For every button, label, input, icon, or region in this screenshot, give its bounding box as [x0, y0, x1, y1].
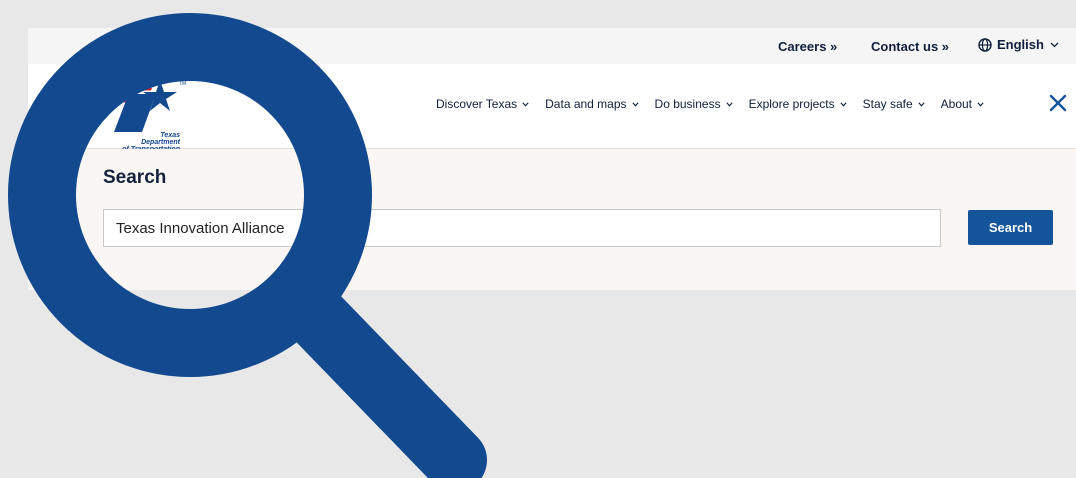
chevron-down-icon	[1050, 42, 1059, 47]
search-heading: Search	[103, 167, 167, 188]
search-input[interactable]	[103, 209, 941, 247]
search-section: Search Search	[28, 149, 1076, 290]
language-selector[interactable]: English	[978, 37, 1064, 52]
globe-icon	[978, 37, 992, 52]
utility-bar: Careers » Contact us » English	[28, 28, 1076, 64]
nav-item-explore-projects[interactable]: Explore projects	[749, 97, 847, 111]
language-label: English	[997, 37, 1044, 52]
contact-link[interactable]: Contact us »	[871, 39, 949, 54]
nav-item-data-and-maps[interactable]: Data and maps	[545, 97, 639, 111]
page-panel: Careers » Contact us » English TM Texas …	[28, 28, 1076, 290]
search-button[interactable]: Search	[968, 210, 1053, 245]
chevron-down-icon	[840, 101, 847, 107]
nav-item-about[interactable]: About	[941, 97, 984, 111]
nav-item-discover-texas[interactable]: Discover Texas	[436, 97, 529, 111]
chevron-down-icon	[725, 101, 733, 107]
nav-item-do-business[interactable]: Do business	[655, 97, 733, 111]
close-icon[interactable]	[1048, 93, 1068, 113]
careers-link[interactable]: Careers »	[778, 39, 837, 54]
chevron-down-icon	[631, 101, 639, 107]
chevron-down-icon	[977, 101, 984, 107]
nav-item-stay-safe[interactable]: Stay safe	[863, 97, 925, 111]
svg-text:TM: TM	[179, 81, 186, 87]
nav-menu: Discover Texas Data and maps Do business…	[436, 97, 1000, 111]
chevron-down-icon	[918, 101, 925, 107]
main-nav: TM Texas Department of Transportation Di…	[28, 64, 1076, 153]
chevron-down-icon	[522, 101, 529, 107]
